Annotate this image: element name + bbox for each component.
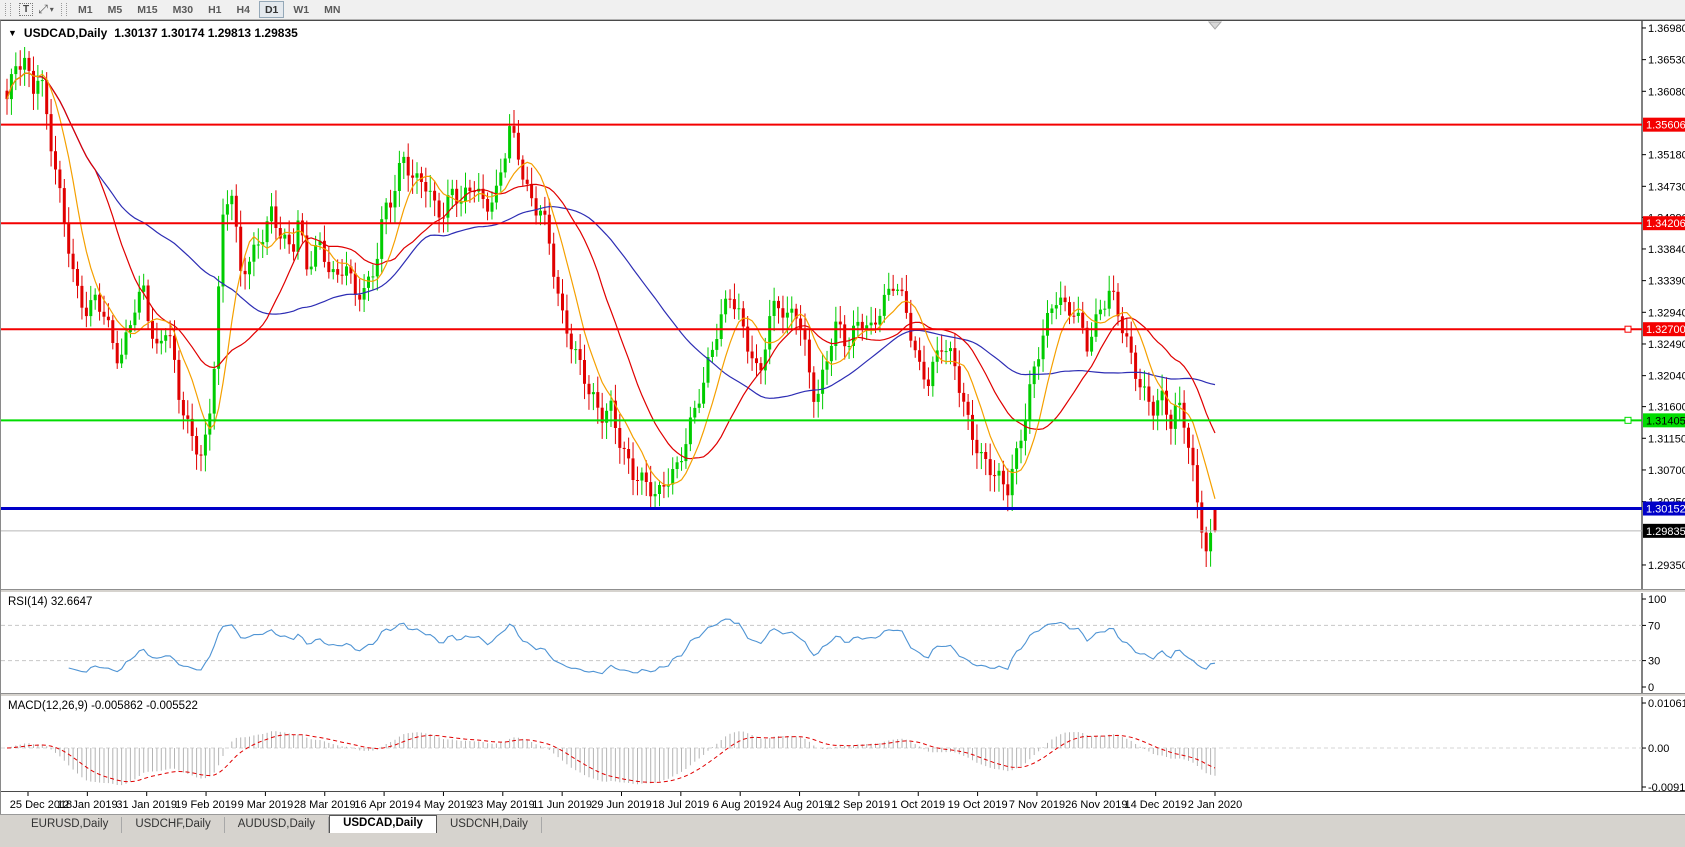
svg-text:1.30152: 1.30152 [1646,504,1685,516]
timeframe-button-m5[interactable]: M5 [102,1,129,18]
svg-text:12 Jan 2019: 12 Jan 2019 [57,799,118,811]
price-axis-ticks: 1.36980 1.36530 1.36080 1.35180 1.34730 1.342… [1642,23,1685,572]
svg-text:1.35180: 1.35180 [1648,150,1685,162]
svg-text:31 Jan 2019: 31 Jan 2019 [116,799,177,811]
cursor-tools-button[interactable]: ⤢ ▾ [36,2,56,18]
svg-text:9 Mar 2019: 9 Mar 2019 [238,799,294,811]
line-drag-handle [1625,326,1631,332]
svg-text:19 Oct 2019: 19 Oct 2019 [948,799,1008,811]
chart-symbol-label: USDCAD,Daily [24,26,107,40]
svg-text:0.00: 0.00 [1648,743,1669,755]
svg-text:1.29835: 1.29835 [1646,526,1685,538]
timeframe-button-w1[interactable]: W1 [287,1,315,18]
toolbar-gripper[interactable] [61,3,67,16]
svg-text:1.36080: 1.36080 [1648,86,1685,98]
svg-text:1.36530: 1.36530 [1648,55,1685,67]
text-tool-icon: T [19,3,33,16]
chart-title: ▼ USDCAD,Daily 1.30137 1.30174 1.29813 1… [8,26,298,40]
moving-averages-layer [7,73,1215,499]
svg-text:1.36980: 1.36980 [1648,23,1685,35]
svg-text:1.33390: 1.33390 [1648,276,1685,288]
mt4-terminal: { "toolbar": { "text_tool_glyph": "T", "… [0,0,1685,847]
svg-text:1.29350: 1.29350 [1648,560,1685,572]
svg-text:28 Mar 2019: 28 Mar 2019 [294,799,356,811]
svg-text:1.32700: 1.32700 [1646,324,1685,336]
svg-text:11 Jun 2019: 11 Jun 2019 [532,799,592,811]
macd-indicator-panel[interactable]: 0.010615 0.00 -0.009181 [1,697,1685,791]
svg-text:1.34206: 1.34206 [1646,218,1685,230]
svg-text:29 Jun 2019: 29 Jun 2019 [591,799,652,811]
svg-text:23 May 2019: 23 May 2019 [471,799,535,811]
svg-text:19 Feb 2019: 19 Feb 2019 [175,799,237,811]
date-axis[interactable]: 25 Dec 201812 Jan 201931 Jan 201919 Feb … [1,791,1685,815]
collapse-panel-icon[interactable]: ▼ [8,28,17,38]
tab-usdcad-daily[interactable]: USDCAD,Daily [329,815,437,833]
top-toolbar: T ⤢ ▾ M1M5M15M30H1H4D1W1MN [0,0,1685,20]
chart-shift-marker [1209,22,1221,29]
chart-tab-bar: EURUSD,DailyUSDCHF,DailyAUDUSD,DailyUSDC… [0,814,1685,833]
macd-indicator-label: MACD(12,26,9) -0.005862 -0.005522 [8,700,198,712]
ma-fast [7,73,1215,499]
svg-text:1.32490: 1.32490 [1648,339,1685,351]
svg-text:70: 70 [1648,620,1660,632]
horizontal-lines-layer[interactable]: 1.35606 1.34206 1.32700 1.31405 1.30152 1.298… [1,118,1685,538]
svg-text:30: 30 [1648,656,1660,668]
svg-text:1.33840: 1.33840 [1648,244,1685,256]
macd-histogram [7,731,1215,785]
tab-usdcnh-daily[interactable]: USDCNH,Daily [437,817,542,833]
svg-text:4 May 2019: 4 May 2019 [415,799,472,811]
svg-text:1.32040: 1.32040 [1648,371,1685,383]
timeframe-button-mn[interactable]: MN [318,1,346,18]
svg-text:-0.009181: -0.009181 [1648,782,1685,791]
svg-text:16 Apr 2019: 16 Apr 2019 [354,799,413,811]
timeframe-button-m30[interactable]: M30 [167,1,199,18]
diagonal-arrows-icon: ⤢ [38,2,48,17]
svg-text:2 Jan 2020: 2 Jan 2020 [1188,799,1242,811]
timeframe-button-group: M1M5M15M30H1H4D1W1MN [72,1,346,18]
svg-text:1 Oct 2019: 1 Oct 2019 [891,799,945,811]
rsi-line [69,619,1215,674]
rsi-indicator-panel[interactable]: 100 70 30 0 [1,593,1685,693]
svg-text:0: 0 [1648,682,1654,693]
tab-usdchf-daily[interactable]: USDCHF,Daily [122,817,224,833]
ma-slow [7,73,1215,398]
svg-text:14 Dec 2019: 14 Dec 2019 [1124,799,1186,811]
chart-tabs: EURUSD,DailyUSDCHF,DailyAUDUSD,DailyUSDC… [18,815,542,833]
rsi-indicator-label: RSI(14) 32.6647 [8,596,92,608]
svg-text:1.30700: 1.30700 [1648,465,1685,477]
timeframe-button-m15[interactable]: M15 [131,1,163,18]
svg-text:1.35606: 1.35606 [1646,120,1685,132]
svg-text:7 Nov 2019: 7 Nov 2019 [1009,799,1065,811]
svg-text:18 Jul 2019: 18 Jul 2019 [652,799,709,811]
svg-text:26 Nov 2019: 26 Nov 2019 [1065,799,1127,811]
main-price-chart[interactable]: 1.36980 1.36530 1.36080 1.35180 1.34730 1.342… [1,21,1685,589]
tab-eurusd-daily[interactable]: EURUSD,Daily [18,817,122,833]
svg-text:1.31600: 1.31600 [1648,402,1685,414]
date-axis-ticks: 25 Dec 201812 Jan 201931 Jan 201919 Feb … [1,792,1685,815]
chart-window: ▼ USDCAD,Daily 1.30137 1.30174 1.29813 1… [0,20,1685,815]
svg-text:1.31405: 1.31405 [1646,415,1685,427]
svg-text:12 Sep 2019: 12 Sep 2019 [828,799,890,811]
toolbar-gripper[interactable] [5,3,11,16]
timeframe-button-h4[interactable]: H4 [231,1,256,18]
chart-ohlc-readout: 1.30137 1.30174 1.29813 1.29835 [114,26,298,40]
svg-text:1.32940: 1.32940 [1648,307,1685,319]
timeframe-button-m1[interactable]: M1 [72,1,99,18]
text-tool-button[interactable]: T [16,2,36,18]
svg-text:1.34730: 1.34730 [1648,181,1685,193]
svg-text:6 Aug 2019: 6 Aug 2019 [712,799,768,811]
timeframe-button-h1[interactable]: H1 [202,1,227,18]
timeframe-button-d1[interactable]: D1 [259,1,284,18]
line-drag-handle [1625,417,1631,423]
svg-text:100: 100 [1648,594,1666,606]
chevron-down-icon: ▾ [50,5,54,14]
svg-text:1.31150: 1.31150 [1648,433,1685,445]
svg-text:0.010615: 0.010615 [1648,698,1685,710]
svg-text:24 Aug 2019: 24 Aug 2019 [769,799,831,811]
tab-audusd-daily[interactable]: AUDUSD,Daily [225,817,329,833]
